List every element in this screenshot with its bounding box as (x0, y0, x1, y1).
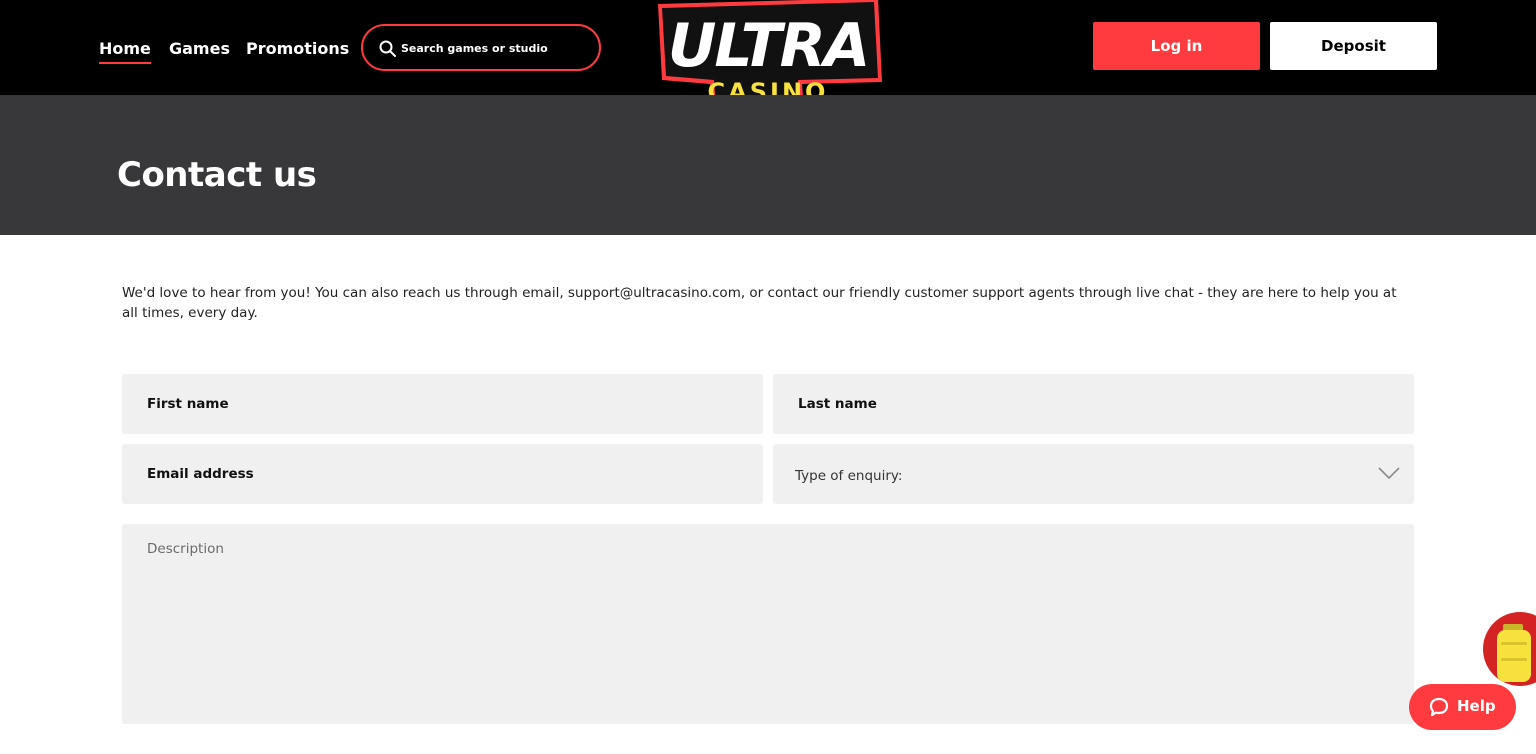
enquiry-type-select[interactable]: Type of enquiry: (773, 444, 1414, 504)
help-button[interactable]: Help (1409, 684, 1516, 730)
intro-text: We'd love to hear from you! You can also… (122, 285, 1397, 321)
top-header: Home Games Promotions ULTRA CASINO Log i… (0, 0, 1536, 110)
chevron-down-icon (1378, 467, 1400, 479)
promo-widget[interactable] (1483, 612, 1536, 686)
nav-games-link[interactable]: Games (169, 38, 230, 60)
deposit-button[interactable]: Deposit (1270, 22, 1437, 70)
enquiry-type-label: Type of enquiry: (795, 468, 903, 484)
last-name-field-wrapper (773, 374, 1414, 434)
page-hero: Contact us (0, 95, 1536, 235)
page-title: Contact us (117, 155, 317, 195)
search-icon (379, 40, 396, 57)
help-label: Help (1457, 697, 1496, 715)
description-field[interactable] (122, 524, 1414, 724)
chat-bubble-icon (1429, 697, 1449, 717)
email-field-wrapper (122, 444, 763, 504)
first-name-field-wrapper (122, 374, 763, 434)
first-name-field[interactable] (122, 374, 763, 434)
search-box[interactable] (361, 24, 601, 71)
nav-promotions-link[interactable]: Promotions (246, 38, 349, 60)
prize-jar-icon (1497, 624, 1531, 682)
email-field[interactable] (122, 444, 763, 504)
search-input[interactable] (401, 36, 589, 60)
login-button[interactable]: Log in (1093, 22, 1260, 70)
last-name-field[interactable] (773, 374, 1414, 434)
logo-ultra-text: ULTRA (668, 11, 869, 81)
nav-home-link[interactable]: Home (99, 38, 151, 64)
description-field-wrapper (122, 524, 1414, 724)
